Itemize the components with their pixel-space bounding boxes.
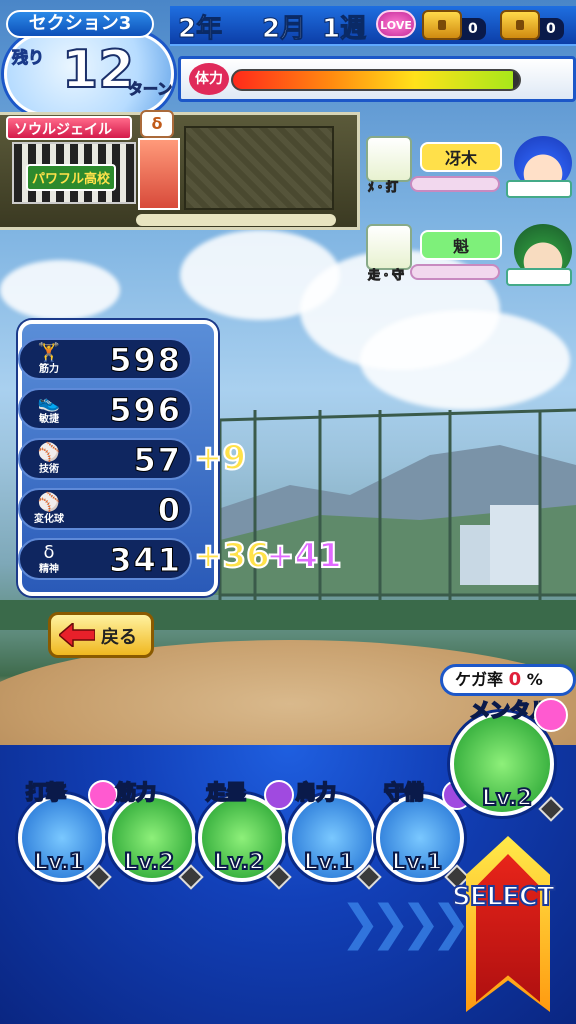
training-running-button[interactable]: 走塁 Lv.2 bbox=[198, 776, 294, 882]
training-level: Lv.1 bbox=[391, 849, 443, 876]
stat-value: 596 bbox=[109, 391, 182, 429]
training-name: 守備 bbox=[383, 779, 425, 805]
stamina-heart-icon: 体力 bbox=[189, 63, 229, 95]
section-label: セクション3 bbox=[6, 10, 154, 38]
training-level: Lv.2 bbox=[481, 785, 533, 812]
bat-icon: ⚾ 技術 bbox=[37, 442, 61, 475]
injury-label: ケガ率 bbox=[455, 670, 504, 689]
breaking-ball-icon: ⚾ 変化球 bbox=[34, 492, 64, 525]
cloud-icon bbox=[366, 136, 412, 182]
shoe-icon: 👟 敏捷 bbox=[37, 392, 61, 425]
stat-value: 341 bbox=[109, 541, 182, 579]
event-scrollbar[interactable] bbox=[136, 214, 336, 226]
injury-value: 0 bbox=[508, 669, 522, 690]
teammate-card[interactable]: ﾒ・打 冴木 bbox=[366, 136, 576, 198]
training-level: Lv.1 bbox=[303, 849, 355, 876]
love-badge[interactable]: LOVE bbox=[376, 10, 416, 38]
back-button[interactable]: 戻る bbox=[48, 612, 154, 658]
left-arrow-icon bbox=[59, 623, 95, 647]
training-level: Lv.1 bbox=[33, 849, 85, 876]
back-label: 戻る bbox=[101, 627, 137, 648]
training-name: 打撃 bbox=[25, 779, 67, 805]
teammate-skill-label: ﾒ・打 bbox=[367, 180, 399, 195]
stat-row: ⚾ 技術 57 bbox=[18, 438, 192, 480]
event-bubble-icon bbox=[534, 698, 568, 732]
stat-row: 👟 敏捷 596 bbox=[18, 388, 192, 430]
training-power-button[interactable]: 筋力 Lv.2 bbox=[108, 776, 200, 882]
stat-value: 0 bbox=[157, 491, 182, 529]
training-arm-button[interactable]: 肩力 Lv.1 bbox=[288, 776, 380, 882]
stat-bonus: +36 bbox=[193, 535, 271, 577]
teammate-bond-bar bbox=[410, 176, 500, 192]
turn-number: 12 bbox=[61, 39, 135, 101]
teammate-name: 魁 bbox=[420, 230, 502, 260]
teammate-skill-label: 走・守 bbox=[367, 268, 405, 283]
injury-rate: ケガ率 0 % bbox=[440, 664, 576, 696]
stat-row: ⚾ 変化球 0 bbox=[18, 488, 192, 530]
school-logo: パワフル高校 bbox=[12, 142, 136, 204]
stat-row: δ 精神 341 bbox=[18, 538, 192, 580]
spirit-icon: δ bbox=[140, 110, 174, 138]
stamina-track bbox=[231, 69, 521, 91]
year-text: 2年 bbox=[177, 14, 223, 45]
dumbbell-icon: 🏋 筋力 bbox=[37, 342, 61, 375]
stat-bonus: +41 bbox=[265, 535, 343, 577]
training-level: Lv.2 bbox=[123, 849, 175, 876]
training-mental-button[interactable]: メンタル Lv.2 bbox=[450, 694, 568, 816]
stat-value: 598 bbox=[109, 341, 182, 379]
training-name: 走塁 bbox=[205, 779, 247, 805]
treasure-chest-icon[interactable] bbox=[422, 10, 462, 40]
teammate-mark bbox=[506, 268, 572, 286]
event-tag: ソウルジェイル bbox=[6, 116, 132, 140]
cloud bbox=[0, 260, 120, 320]
teammate-card[interactable]: 走・守 魁 bbox=[366, 224, 576, 286]
gold-chest-icon[interactable] bbox=[500, 10, 540, 40]
teammate-bond-bar bbox=[410, 264, 500, 280]
stamina-fill bbox=[233, 71, 514, 89]
turn-suffix: ターン bbox=[127, 80, 173, 99]
stamina-bar: 体力 bbox=[178, 56, 576, 102]
training-batting-button[interactable]: 打撃 Lv.1 bbox=[18, 776, 118, 890]
game-screen: ❯❯❯❯❯ セクション3 残り 12 ターン 2年 2月 1週 LOVE 0 0… bbox=[0, 0, 576, 1024]
spirit-icon: δ 精神 bbox=[39, 542, 59, 575]
week-text: 1週 bbox=[321, 14, 367, 45]
stat-value: 57 bbox=[133, 441, 182, 479]
training-name: 筋力 bbox=[115, 779, 157, 805]
remain-label: 残り bbox=[11, 48, 45, 68]
month-text: 2月 bbox=[261, 14, 307, 45]
event-character-card[interactable] bbox=[138, 138, 180, 210]
stat-bonus: +9 bbox=[193, 437, 247, 479]
teammate-mark bbox=[506, 180, 572, 198]
injury-unit: % bbox=[526, 670, 543, 689]
select-label: SELECT bbox=[451, 881, 556, 913]
base-icon bbox=[366, 224, 412, 270]
cloud bbox=[360, 310, 570, 410]
training-name: 肩力 bbox=[295, 779, 337, 805]
select-button[interactable]: SELECT bbox=[451, 836, 562, 1022]
event-panel-grid bbox=[184, 126, 334, 210]
training-level: Lv.2 bbox=[213, 849, 265, 876]
school-name: パワフル高校 bbox=[26, 164, 117, 191]
teammate-name: 冴木 bbox=[420, 142, 502, 172]
stat-row: 🏋 筋力 598 bbox=[18, 338, 192, 380]
